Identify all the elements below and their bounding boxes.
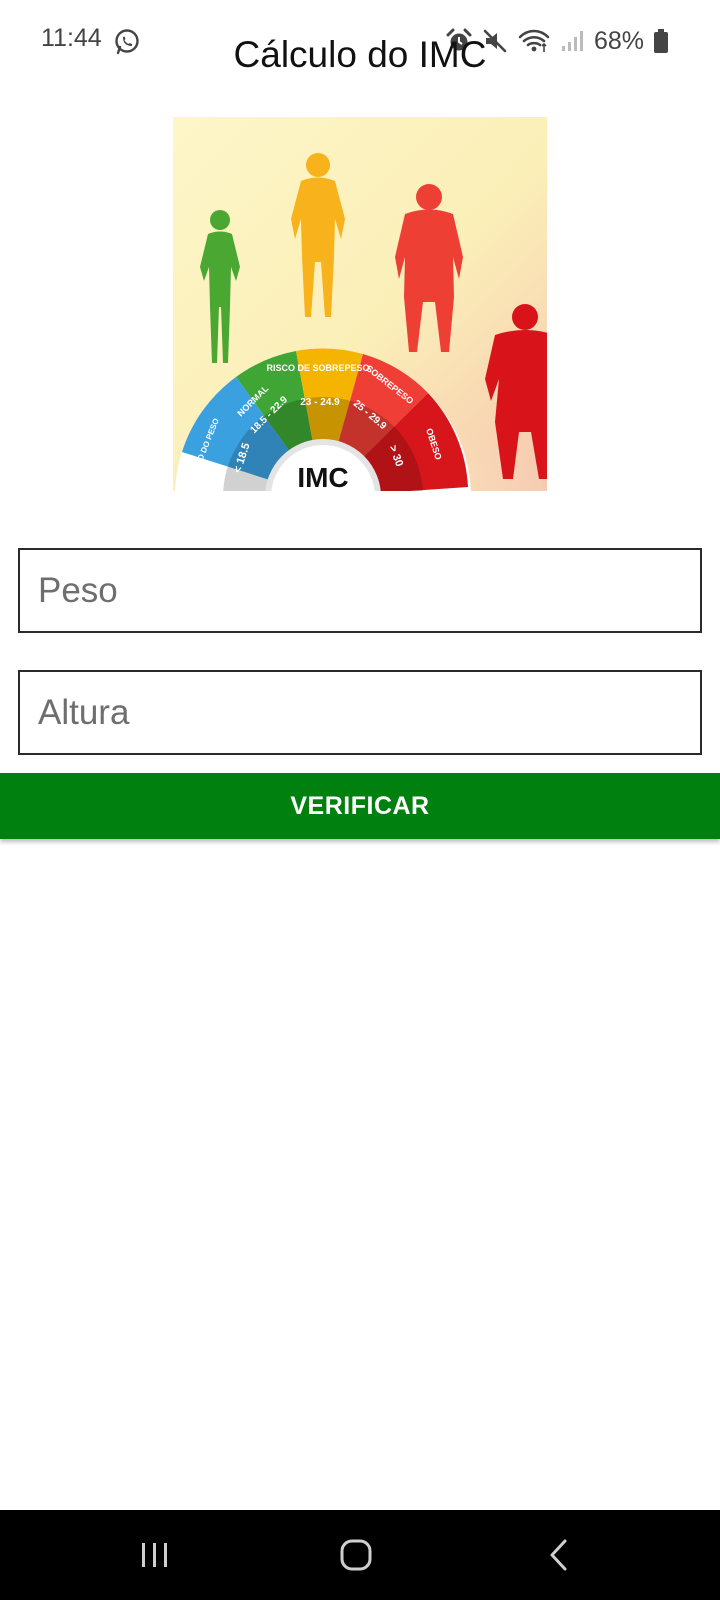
gauge-center-label: IMC <box>297 462 348 491</box>
segment-risk-label: RISCO DE SOBREPESO <box>266 363 369 373</box>
navigation-bar <box>0 1510 720 1600</box>
height-input[interactable] <box>18 670 702 755</box>
segment-risk-range: 23 - 24.9 <box>300 397 340 408</box>
bmi-illustration: IMC NORMAL RISCO DE SOBREPESO SOBREPESO … <box>173 117 547 491</box>
home-icon <box>340 1539 372 1571</box>
weight-input[interactable] <box>18 548 702 633</box>
recents-icon <box>142 1543 167 1567</box>
app-screen: 11:44 68% Cálculo do IMC IMC NORMAL RISC… <box>0 0 720 1600</box>
verify-button[interactable]: VERIFICAR <box>0 773 720 839</box>
home-button[interactable] <box>326 1530 386 1580</box>
back-button[interactable] <box>529 1530 589 1580</box>
page-title: Cálculo do IMC <box>233 34 487 75</box>
recents-button[interactable] <box>125 1530 185 1580</box>
back-icon <box>550 1539 567 1571</box>
